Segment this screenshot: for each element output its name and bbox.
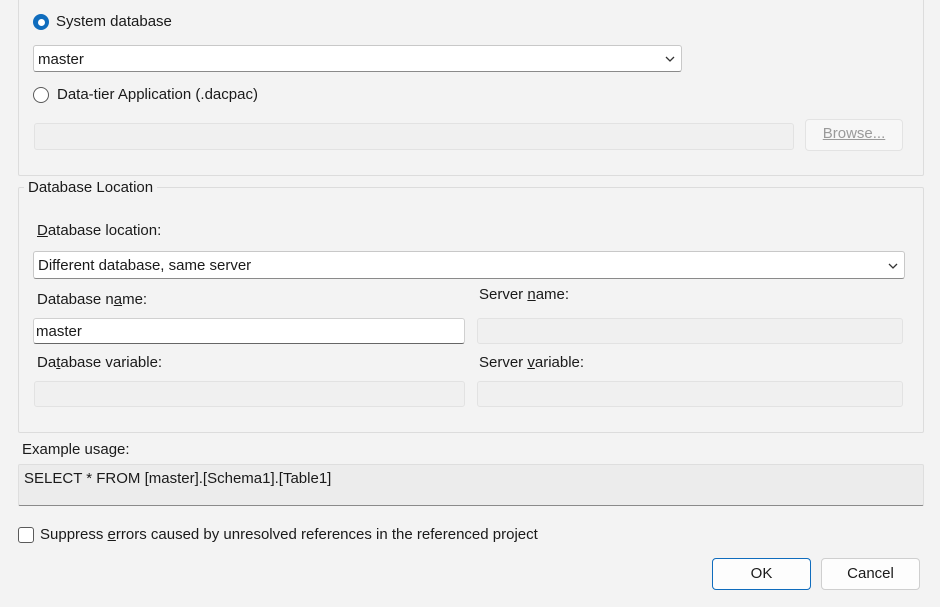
database-location-label: Database location:: [37, 222, 162, 239]
system-database-select[interactable]: master: [33, 45, 682, 72]
suppress-errors-checkbox[interactable]: [18, 527, 34, 543]
database-name-label: Database name:: [37, 291, 148, 308]
server-name-label: Server name:: [479, 286, 570, 303]
database-location-group-title: Database Location: [24, 178, 158, 198]
server-variable-label: Server variable:: [479, 354, 585, 371]
database-location-value: Different database, same server: [38, 257, 252, 274]
example-usage-box: SELECT * FROM [master].[Schema1].[Table1…: [18, 464, 924, 506]
example-usage-code: SELECT * FROM [master].[Schema1].[Table1…: [24, 470, 332, 487]
chevron-down-icon: [665, 56, 675, 62]
system-database-value: master: [38, 51, 84, 68]
system-database-label[interactable]: System database: [56, 12, 172, 32]
dacpac-radio[interactable]: [33, 87, 49, 103]
cancel-button-label: Cancel: [847, 565, 894, 582]
database-variable-label: Database variable:: [37, 354, 163, 371]
browse-button-label: Browse...: [822, 125, 886, 142]
dacpac-label[interactable]: Data-tier Application (.dacpac): [57, 85, 258, 105]
suppress-errors-label[interactable]: Suppress errors caused by unresolved ref…: [40, 525, 538, 545]
dacpac-path-field: [34, 123, 794, 150]
ok-button[interactable]: OK: [712, 558, 811, 590]
database-location-select[interactable]: Different database, same server: [33, 251, 905, 279]
chevron-down-icon: [888, 263, 898, 269]
server-name-field: [477, 318, 903, 344]
database-name-input[interactable]: master: [33, 318, 465, 344]
database-name-value: master: [36, 323, 82, 340]
database-variable-field: [34, 381, 465, 407]
server-variable-field: [477, 381, 903, 407]
browse-button: Browse...: [805, 119, 903, 151]
system-database-radio[interactable]: [33, 14, 49, 30]
ok-button-label: OK: [750, 565, 773, 582]
cancel-button[interactable]: Cancel: [821, 558, 920, 590]
example-usage-label: Example usage:: [22, 441, 130, 458]
